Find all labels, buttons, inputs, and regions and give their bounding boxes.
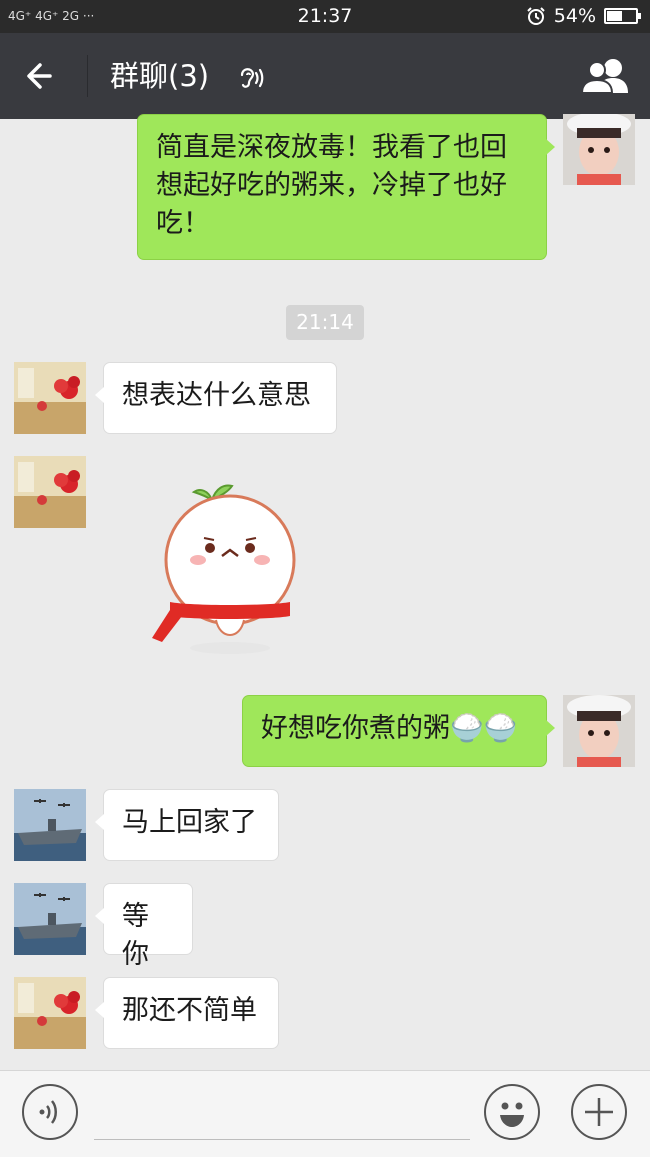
avatar-roses[interactable]: [14, 456, 86, 528]
ear-icon: [236, 63, 266, 93]
battery-icon: [604, 8, 641, 24]
alarm-icon: [527, 7, 545, 25]
message-bubble-incoming[interactable]: 等你: [95, 883, 193, 970]
girl-avatar-image: [563, 114, 635, 185]
sad-rice-ball-sticker[interactable]: [150, 470, 310, 660]
status-bar: 4G⁺ 4G⁺ 2G ··· 21:37 54%: [0, 0, 650, 33]
avatar-ship[interactable]: [14, 789, 86, 861]
sticker-image: [152, 484, 296, 654]
more-button[interactable]: [571, 1084, 627, 1140]
avatar-roses[interactable]: [14, 977, 86, 1049]
plus-icon: [585, 1098, 613, 1126]
message-bubble-outgoing[interactable]: 简直是深夜放毒！我看了也回想起好吃的粥来，冷掉了也好吃！: [137, 114, 555, 260]
input-bar: [0, 1070, 650, 1157]
ship-avatar-image: [14, 789, 86, 861]
group-people-icon: [580, 59, 628, 94]
back-button[interactable]: [20, 53, 68, 99]
roses-avatar-image: [14, 977, 86, 1049]
battery-level: [607, 11, 622, 21]
message-bubble-incoming[interactable]: 那还不简单: [95, 977, 279, 1049]
avatar-self[interactable]: [563, 114, 635, 185]
arrow-left-icon: [27, 63, 52, 89]
message-bubble-outgoing[interactable]: 好想吃你煮的粥🍚🍚: [242, 695, 555, 767]
emoji-button[interactable]: [484, 1084, 540, 1140]
message-bubble-incoming[interactable]: 想表达什么意思: [95, 362, 337, 434]
nav-divider: [87, 55, 88, 97]
emoji-icon: [500, 1102, 524, 1127]
avatar-ship[interactable]: [14, 883, 86, 955]
avatar-self[interactable]: [563, 695, 635, 767]
roses-avatar-image: [14, 362, 86, 434]
voice-button[interactable]: [22, 1084, 78, 1140]
avatar-roses[interactable]: [14, 362, 86, 434]
message-bubble-incoming[interactable]: 马上回家了: [95, 789, 279, 861]
voice-icon: [39, 1100, 57, 1124]
timestamp-chip: 21:14: [286, 305, 364, 340]
girl-avatar-image: [563, 695, 635, 767]
roses-avatar-image: [14, 456, 86, 528]
battery-percent: 54%: [553, 5, 596, 27]
chat-title: 群聊(3): [110, 59, 210, 93]
message-input[interactable]: [94, 1139, 470, 1140]
chat-header: 群聊(3): [0, 33, 650, 119]
ship-avatar-image: [14, 883, 86, 955]
group-members-button[interactable]: [580, 55, 632, 97]
